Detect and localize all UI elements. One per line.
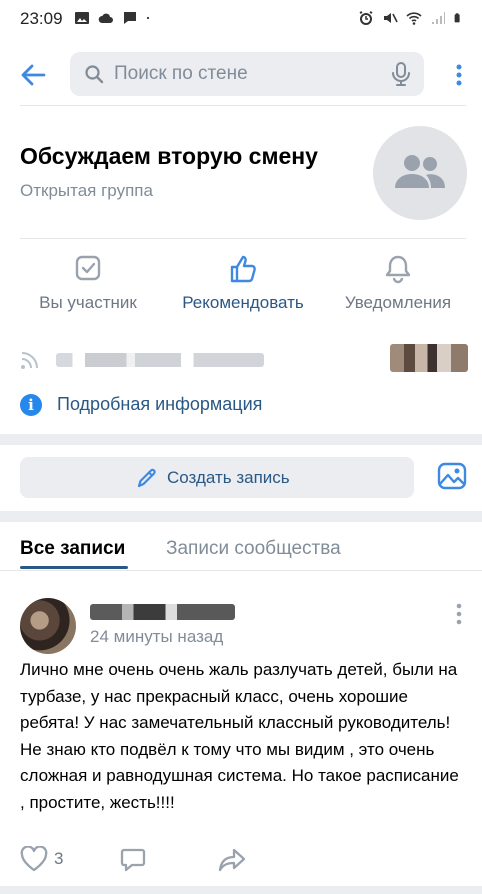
cloud-icon <box>98 13 113 23</box>
microphone-icon[interactable] <box>390 62 412 86</box>
info-label: Подробная информация <box>57 394 263 414</box>
like-count: 3 <box>54 849 64 868</box>
section-separator <box>0 886 482 894</box>
image-icon <box>75 12 89 24</box>
post-author-avatar[interactable] <box>20 598 76 654</box>
divider <box>20 105 466 106</box>
recommend-button[interactable]: Рекомендовать <box>163 254 323 313</box>
group-avatar[interactable] <box>373 126 467 220</box>
share-icon[interactable] <box>218 847 246 873</box>
comment-icon[interactable] <box>120 847 146 873</box>
heart-icon <box>20 846 48 872</box>
post-author-name[interactable] <box>90 604 235 620</box>
pencil-icon <box>137 468 156 488</box>
rss-icon <box>21 352 38 369</box>
recommend-label: Рекомендовать <box>182 293 304 312</box>
create-post-button[interactable]: Создать запись <box>20 457 414 498</box>
redacted-link <box>56 353 264 367</box>
group-actions: Вы участник Рекомендовать Уведомления <box>0 254 482 324</box>
divider <box>20 238 466 239</box>
search-row: Поиск по стене <box>0 52 482 98</box>
active-tab-indicator <box>20 566 128 569</box>
create-post-label: Создать запись <box>167 468 290 487</box>
tab-all-posts[interactable]: Все записи <box>20 538 125 560</box>
search-placeholder: Поиск по стене <box>114 63 248 84</box>
section-separator <box>0 511 482 522</box>
back-arrow-icon[interactable] <box>18 60 48 90</box>
photo-icon[interactable] <box>437 461 467 491</box>
more-vertical-icon[interactable] <box>452 62 466 88</box>
post-time: 24 минуты назад <box>90 627 224 646</box>
status-time: 23:09 <box>20 9 63 28</box>
users-icon <box>395 155 445 188</box>
post-text: Лично мне очень очень жаль разлучать дет… <box>20 660 459 812</box>
search-input[interactable]: Поиск по стене <box>70 52 424 96</box>
dot-icon <box>146 16 150 20</box>
info-icon: i <box>20 394 42 416</box>
like-icon <box>230 255 256 283</box>
chat-icon <box>124 12 136 24</box>
tab-community-posts[interactable]: Записи сообщества <box>166 538 341 560</box>
member-button[interactable]: Вы участник <box>8 254 168 313</box>
group-title: Обсуждаем вторую смену <box>20 143 318 169</box>
status-bar: 23:09 <box>0 0 482 38</box>
signal-icon <box>432 12 445 24</box>
wifi-icon <box>406 12 422 25</box>
mute-icon <box>384 13 398 23</box>
bell-icon <box>385 255 411 284</box>
alarm-icon <box>359 11 373 25</box>
group-link-row[interactable] <box>20 344 470 374</box>
like-button[interactable]: 3 <box>20 846 63 872</box>
notifications-label: Уведомления <box>344 293 452 312</box>
divider <box>0 570 482 571</box>
search-icon <box>85 65 104 84</box>
notifications-button[interactable]: Уведомления <box>318 254 478 313</box>
group-type: Открытая группа <box>20 181 153 200</box>
post-actions: 3 <box>20 846 280 876</box>
member-label: Вы участник <box>39 293 137 312</box>
post-menu-icon[interactable] <box>452 601 466 627</box>
checkbox-icon <box>75 255 101 281</box>
redacted-thumbnail <box>390 344 468 372</box>
section-separator <box>0 434 482 445</box>
battery-icon <box>454 13 460 23</box>
